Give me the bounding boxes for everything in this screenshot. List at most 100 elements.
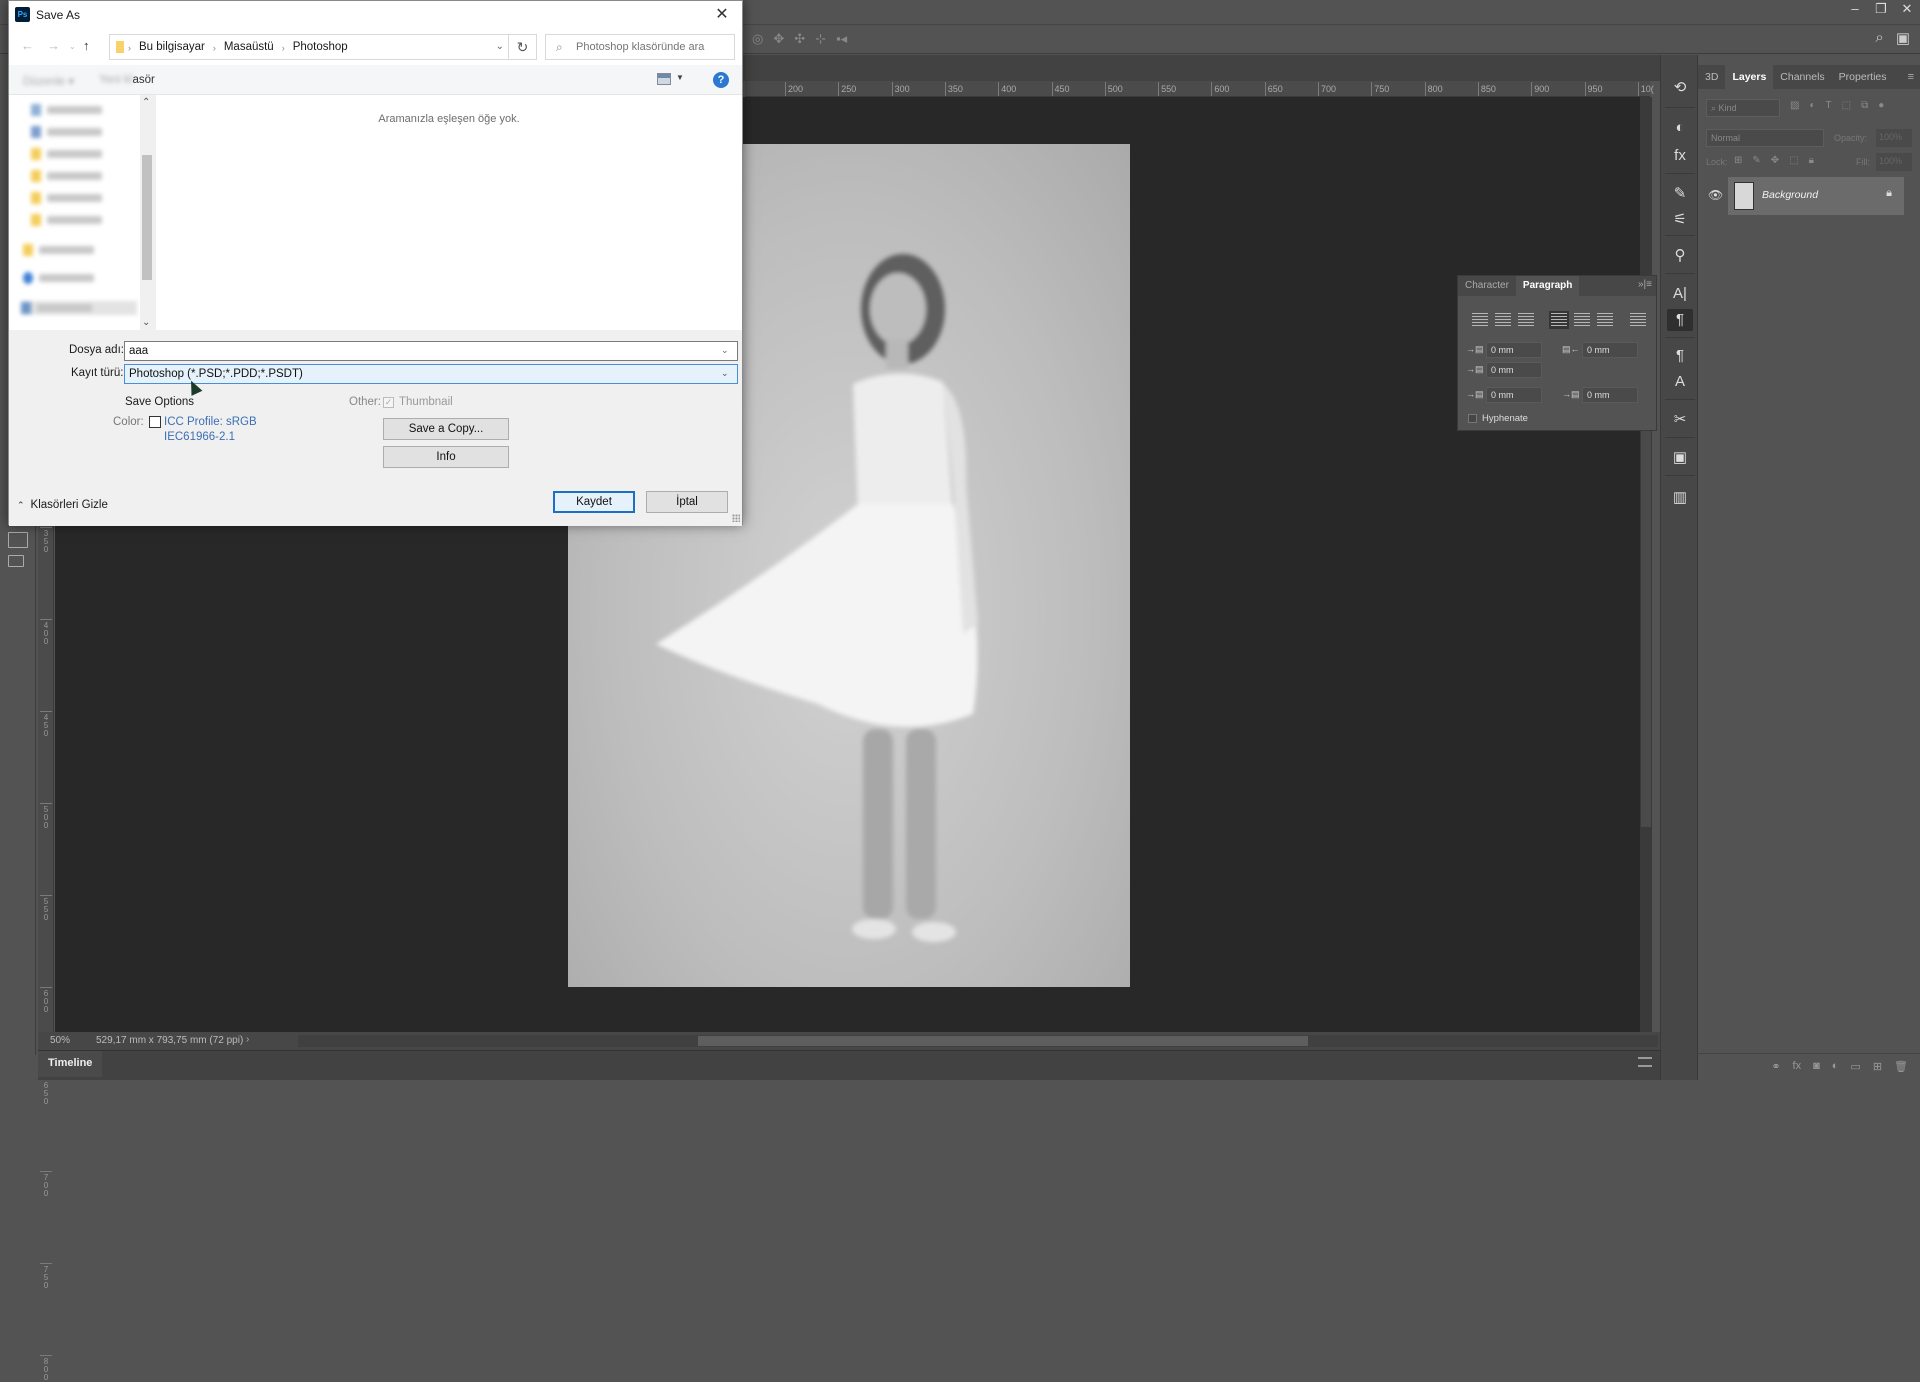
indent-left-field[interactable]: 0 mm [1486, 342, 1542, 358]
chevron-down-icon[interactable]: ⌄ [721, 345, 729, 356]
tab-paragraph[interactable]: Paragraph [1515, 276, 1580, 296]
new-group-icon[interactable]: ▭ [1850, 1060, 1860, 1073]
recent-locations-icon[interactable]: ⌄ [69, 42, 76, 51]
tool-presets-icon[interactable]: ✂ [1667, 409, 1693, 431]
panel-menu-icon[interactable]: ≡ [1908, 65, 1914, 89]
indent-first-line-field[interactable]: 0 mm [1486, 362, 1542, 378]
hyphenate-option[interactable]: Hyphenate [1468, 413, 1528, 424]
align-center-icon[interactable] [1495, 313, 1511, 327]
breadcrumb-item[interactable]: Bu bilgisayar [139, 41, 205, 55]
nav-item[interactable] [23, 243, 94, 257]
smart-object-filter-icon[interactable]: ⧉ [1861, 100, 1868, 111]
new-layer-icon[interactable]: ⊞ [1873, 1060, 1882, 1073]
resize-grip[interactable] [732, 514, 740, 522]
shape-filter-icon[interactable]: ⬚ [1842, 100, 1851, 111]
info-button[interactable]: Info [383, 446, 509, 468]
save-button[interactable]: Kaydet [553, 491, 635, 513]
organize-button[interactable]: Düzenle ▾ [23, 74, 74, 88]
hide-folders-toggle[interactable]: ⌃ Klasörleri Gizle [17, 499, 108, 511]
chevron-down-icon[interactable]: ⌄ [496, 41, 504, 52]
vertical-scroll-thumb[interactable] [1641, 397, 1651, 827]
styles-icon[interactable]: fx [1667, 145, 1693, 167]
indent-right-field[interactable]: 0 mm [1582, 342, 1638, 358]
fill-field[interactable]: 100% [1876, 153, 1912, 171]
gradients-icon[interactable]: ▥ [1667, 487, 1693, 509]
nav-item[interactable] [31, 191, 102, 205]
pixel-filter-icon[interactable]: ▨ [1790, 100, 1799, 111]
nav-item[interactable] [31, 169, 102, 183]
zoom-level[interactable]: 50% [50, 1035, 70, 1046]
hyphenate-checkbox[interactable] [1468, 414, 1477, 423]
filename-input[interactable] [124, 341, 738, 361]
forward-arrow-icon[interactable]: → [47, 38, 60, 53]
scroll-down-icon[interactable]: ⌄ [142, 317, 150, 328]
panel-menu-icon[interactable] [1638, 1057, 1652, 1067]
align-left-icon[interactable] [1472, 313, 1488, 327]
nav-item[interactable] [31, 125, 102, 139]
adjustment-layer-icon[interactable]: ◐ [1832, 1060, 1839, 1073]
justify-last-left-icon[interactable] [1549, 311, 1569, 329]
horizontal-scrollbar[interactable] [298, 1035, 1658, 1047]
nav-item-this-pc[interactable] [21, 301, 137, 315]
help-icon[interactable]: ? [713, 72, 729, 88]
nav-item[interactable] [31, 103, 102, 117]
new-folder-button[interactable]: Yeni klasör [99, 74, 155, 86]
up-arrow-icon[interactable]: ↑ [83, 38, 90, 53]
align-right-icon[interactable] [1518, 313, 1534, 327]
view-options-icon[interactable] [657, 73, 671, 85]
layer-lock-icon[interactable]: 🔒︎ [1886, 187, 1892, 200]
quick-mask-icon[interactable] [8, 532, 28, 548]
close-window-button[interactable]: ✕ [1894, 0, 1920, 20]
filter-kind-select[interactable]: ⌕ Kind [1706, 99, 1780, 117]
tab-character[interactable]: Character [1458, 276, 1516, 296]
layer-mask-icon[interactable]: ◙ [1813, 1060, 1820, 1073]
brushes-icon[interactable]: ⚟ [1667, 209, 1693, 231]
slide-3d-icon[interactable]: ⊹ [815, 31, 826, 47]
breadcrumb-item[interactable]: Masaüstü [224, 41, 274, 55]
status-menu-arrow[interactable]: › [246, 1034, 249, 1045]
lock-transparency-icon[interactable]: ⊞ [1734, 155, 1742, 166]
lock-position-icon[interactable]: ✥ [1771, 155, 1779, 166]
character-icon[interactable]: A| [1667, 283, 1693, 305]
nav-scroll-thumb[interactable] [142, 155, 152, 280]
delete-layer-icon[interactable]: 🗑︎ [1894, 1060, 1908, 1073]
layer-item[interactable]: Background 🔒︎ [1728, 177, 1904, 215]
search-input[interactable] [576, 41, 731, 53]
breadcrumb-item[interactable]: Photoshop [293, 41, 348, 55]
character-styles-icon[interactable]: A [1667, 371, 1693, 393]
visibility-eye-icon[interactable]: 👁︎ [1708, 188, 1723, 202]
lock-all-icon[interactable]: 🔒︎ [1809, 155, 1814, 166]
blend-mode-select[interactable]: Normal [1706, 129, 1824, 147]
nav-item[interactable] [23, 271, 94, 285]
tab-properties[interactable]: Properties [1832, 65, 1894, 89]
history-icon[interactable]: ⟲ [1667, 77, 1693, 99]
lock-pixels-icon[interactable]: ✎ [1752, 155, 1760, 166]
search-icon[interactable]: ⌕ [1875, 29, 1883, 47]
justify-last-center-icon[interactable] [1574, 313, 1590, 327]
icc-profile-checkbox[interactable] [149, 416, 161, 428]
cancel-button[interactable]: İptal [646, 491, 728, 513]
scroll-up-icon[interactable]: ⌃ [142, 97, 150, 108]
swatches-icon[interactable]: ▣ [1667, 447, 1693, 469]
brush-settings-icon[interactable]: ✎ [1667, 183, 1693, 205]
back-arrow-icon[interactable]: ← [21, 38, 34, 53]
filter-toggle-icon[interactable]: ● [1878, 100, 1884, 111]
space-before-field[interactable]: 0 mm [1486, 387, 1542, 403]
icc-profile-label[interactable]: ICC Profile: sRGB IEC61966-2.1 [164, 415, 257, 445]
drag-3d-icon[interactable]: ✣ [794, 31, 805, 47]
save-a-copy-button[interactable]: Save a Copy... [383, 418, 509, 440]
tab-layers[interactable]: Layers [1725, 65, 1774, 89]
workspace-icon[interactable]: ▣ [1896, 29, 1910, 47]
timeline-tab[interactable]: Timeline [38, 1051, 103, 1077]
orbit-3d-icon[interactable]: ◎ [752, 31, 763, 47]
opacity-field[interactable]: 100% [1876, 129, 1912, 147]
layer-name[interactable]: Background [1762, 189, 1818, 201]
clone-source-icon[interactable]: ⚲ [1667, 245, 1693, 267]
paragraph-styles-icon[interactable]: ¶ [1667, 345, 1693, 367]
restore-button[interactable]: ❐ [1868, 0, 1894, 20]
vertical-scrollbar[interactable] [1640, 97, 1652, 1032]
horizontal-scroll-thumb[interactable] [698, 1036, 1308, 1046]
layer-row[interactable]: 👁︎ Background 🔒︎ [1698, 177, 1904, 215]
tab-3d[interactable]: 3D [1698, 65, 1725, 89]
link-layers-icon[interactable]: ⚭ [1771, 1060, 1780, 1073]
